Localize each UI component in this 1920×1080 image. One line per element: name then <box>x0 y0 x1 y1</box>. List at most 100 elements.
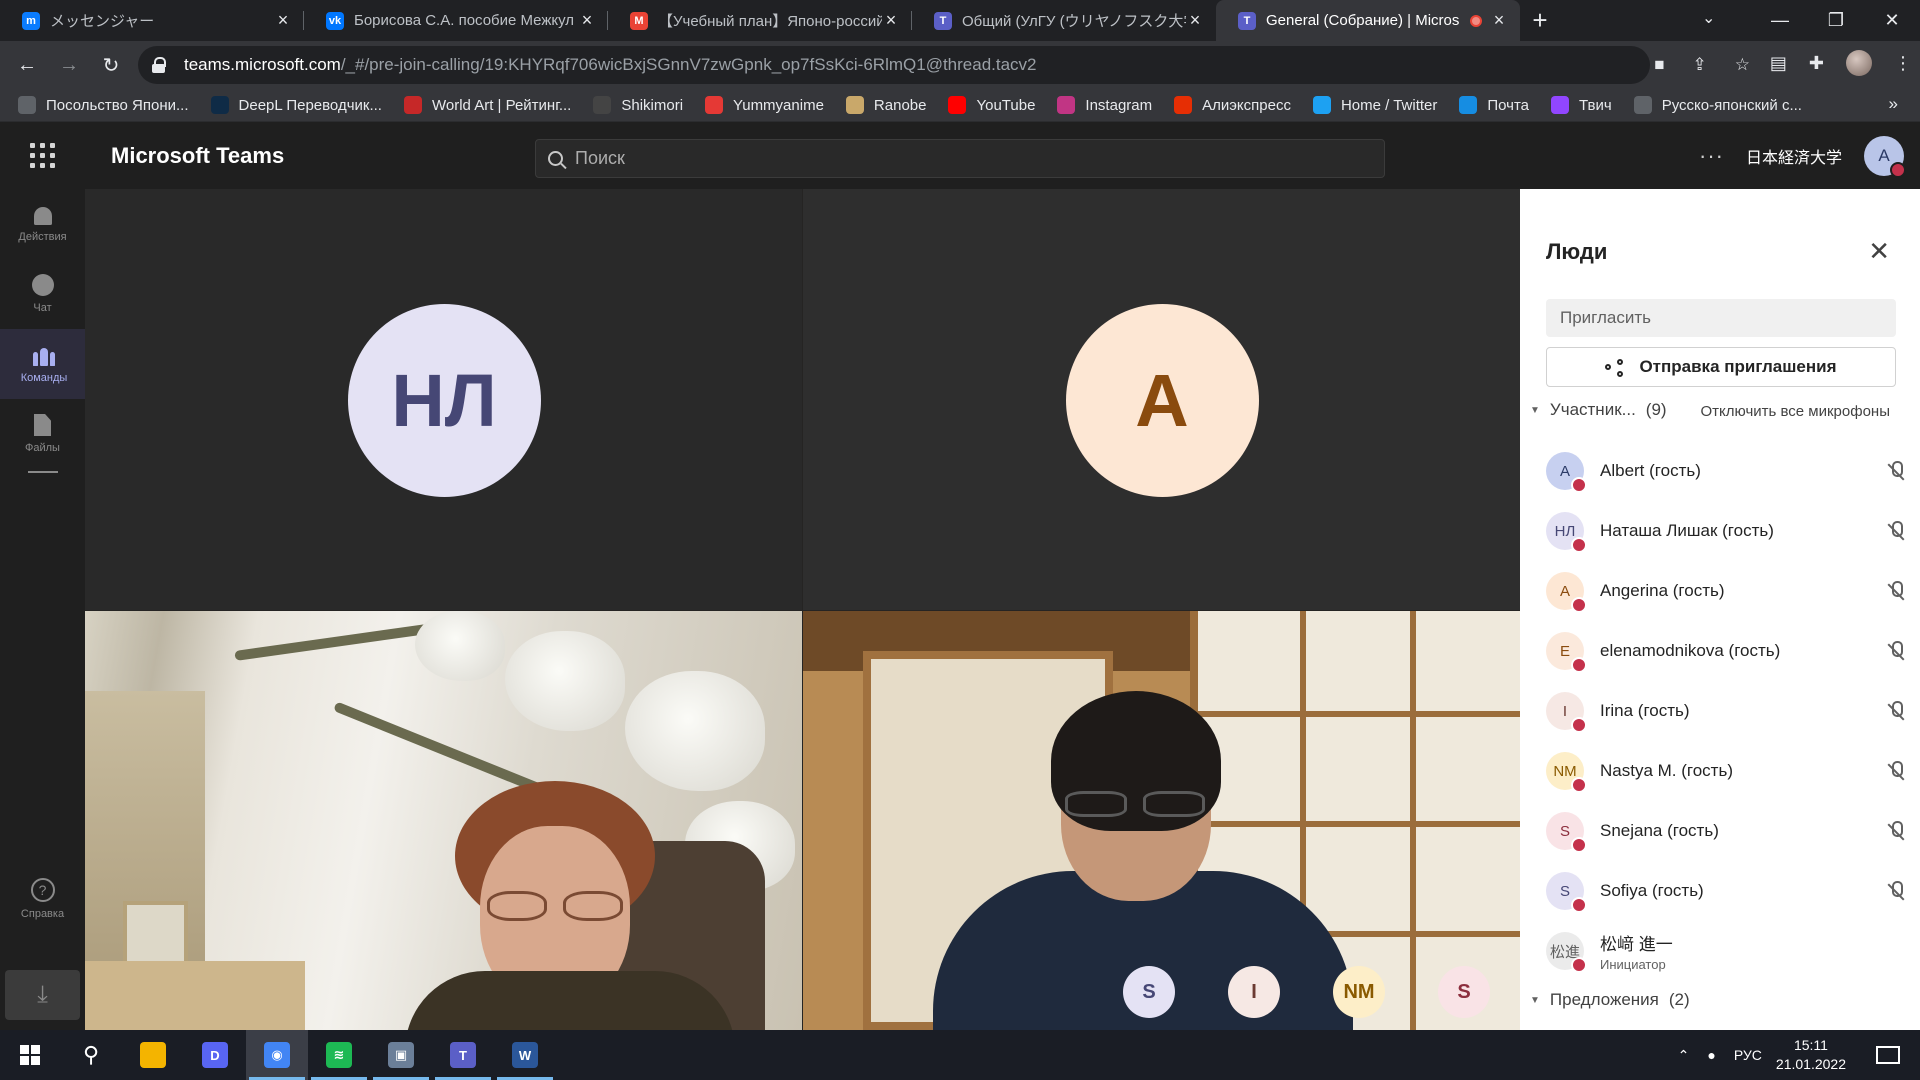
browser-tab[interactable]: vk Борисова С.А. пособие Межкул × <box>304 0 608 41</box>
app-icon[interactable]: ▣ <box>370 1030 432 1080</box>
participant-video-man[interactable]: S I NM S <box>803 611 1520 1030</box>
mic-off-icon[interactable] <box>1886 461 1906 483</box>
participant-row[interactable]: Eelenamodnikova (гость) <box>1546 621 1906 681</box>
bookmark-item[interactable]: Home / Twitter <box>1312 96 1437 114</box>
participant-tile[interactable]: НЛ <box>85 189 802 610</box>
mic-off-icon[interactable] <box>1886 881 1906 903</box>
back-arrow-icon[interactable]: ← <box>12 54 42 77</box>
browser-tab[interactable]: M 【Учебный план】Японо-россий × <box>608 0 912 41</box>
camera-icon[interactable]: ■ <box>1654 55 1664 75</box>
mic-off-icon[interactable] <box>1886 821 1906 843</box>
help-button[interactable]: ? Справка <box>0 878 85 920</box>
mic-off-icon[interactable] <box>1886 581 1906 603</box>
menu-kebab-icon[interactable]: ⋮ <box>1894 53 1912 74</box>
participant-row[interactable]: 松進 松﨑 進一 Инициатор <box>1546 921 1906 981</box>
mute-all-button[interactable]: Отключить все микрофоны <box>1701 403 1891 420</box>
tab-search-chevron-icon[interactable]: ⌄ <box>1702 8 1715 28</box>
reload-icon[interactable]: ↻ <box>96 53 126 78</box>
share-icon[interactable]: ⇪ <box>1693 55 1707 75</box>
browser-tab[interactable]: m メッセンジャー × <box>0 0 304 41</box>
teams-icon[interactable]: T <box>432 1030 494 1080</box>
mini-avatar[interactable]: S <box>1123 966 1175 1018</box>
mini-avatar[interactable]: NM <box>1333 966 1385 1018</box>
bookmark-item[interactable]: DeepL Переводчик... <box>210 96 382 114</box>
minimize-button[interactable]: — <box>1752 10 1808 31</box>
more-options-icon[interactable]: ··· <box>1699 143 1724 169</box>
mic-off-icon[interactable] <box>1886 701 1906 723</box>
bookmark-item[interactable]: Shikimori <box>593 96 683 114</box>
mic-off-icon[interactable] <box>1886 521 1906 543</box>
restore-button[interactable]: ❐ <box>1808 10 1864 31</box>
mic-off-icon[interactable] <box>1886 641 1906 663</box>
bookmark-star-icon[interactable]: ☆ <box>1735 55 1750 75</box>
close-tab-icon[interactable]: × <box>274 10 292 31</box>
bookmark-item[interactable]: Посольство Япони... <box>18 96 189 114</box>
participant-tile[interactable]: A <box>803 189 1520 610</box>
participant-row[interactable]: S Snejana (гость) <box>1546 801 1906 861</box>
participant-name-block: Albert (гость) <box>1600 461 1701 481</box>
address-bar[interactable]: teams.microsoft.com/_#/pre-join-calling/… <box>138 46 1650 84</box>
microphone-icon[interactable]: ● <box>1707 1047 1715 1063</box>
browser-tab-strip: m メッセンジャー × vk Борисова С.А. пособие Межкул ×… <box>0 0 1920 41</box>
rail-item-teams[interactable]: Команды <box>0 329 85 399</box>
participants-section-toggle[interactable]: ▼ Участник... (9) <box>1530 400 1667 420</box>
lock-icon[interactable] <box>152 57 166 73</box>
close-icon[interactable]: ✕ <box>1868 236 1890 267</box>
language-indicator[interactable]: РУС <box>1734 1047 1762 1063</box>
bookmark-item[interactable]: Почта <box>1459 96 1529 114</box>
puzzle-icon[interactable]: ✚ <box>1809 53 1824 74</box>
browser-tab[interactable]: T Общий (УлГУ (ウリヤノフスク大学) × <box>912 0 1216 41</box>
search-input[interactable]: Поиск <box>535 139 1385 178</box>
browser-tab[interactable]: T General (Собрание) | Micros × <box>1216 0 1520 41</box>
rail-item-activity[interactable]: Действия <box>0 189 85 259</box>
bookmark-item[interactable]: Твич <box>1551 96 1612 114</box>
share-invite-button[interactable]: Отправка приглашения <box>1546 347 1896 387</box>
close-tab-icon[interactable]: × <box>882 10 900 31</box>
user-avatar[interactable]: A <box>1864 136 1906 178</box>
rail-item-files[interactable]: Файлы <box>0 399 85 469</box>
bookmark-item[interactable]: Алиэкспресс <box>1174 96 1291 114</box>
bookmark-item[interactable]: World Art | Рейтинг... <box>403 96 571 114</box>
search-icon[interactable]: ⚲ <box>60 1030 122 1080</box>
clock[interactable]: 15:11 21.01.2022 <box>1776 1036 1846 1074</box>
participant-row[interactable]: I Irina (гость) <box>1546 681 1906 741</box>
download-icon[interactable]: ⤓ <box>5 970 80 1020</box>
bookmark-item[interactable]: Ranobe <box>845 96 926 114</box>
bookmark-item[interactable]: Yummyanime <box>705 96 824 114</box>
participant-row[interactable]: A Angerina (гость) <box>1546 561 1906 621</box>
close-tab-icon[interactable]: × <box>1490 10 1508 31</box>
extension-icon[interactable]: ▤ <box>1770 53 1787 74</box>
suggestions-section-toggle[interactable]: ▼ Предложения (2) <box>1530 990 1690 1010</box>
close-tab-icon[interactable]: × <box>578 10 596 31</box>
chrome-icon[interactable]: ◉ <box>246 1030 308 1080</box>
mini-avatar[interactable]: I <box>1228 966 1280 1018</box>
spotify-icon[interactable]: ≋ <box>308 1030 370 1080</box>
app-launcher-icon[interactable] <box>0 122 85 189</box>
chevron-up-icon[interactable]: ⌃ <box>1678 1047 1690 1064</box>
forward-arrow-icon[interactable]: → <box>54 54 84 77</box>
close-tab-icon[interactable]: × <box>1186 10 1204 31</box>
participant-row[interactable]: A Albert (гость) <box>1546 441 1906 501</box>
notifications-icon[interactable] <box>1876 1046 1900 1064</box>
bookmark-item[interactable]: Instagram <box>1057 96 1152 114</box>
participant-row[interactable]: NM Nastya M. (гость) <box>1546 741 1906 801</box>
bookmark-item[interactable]: YouTube <box>948 96 1035 114</box>
mini-avatar[interactable]: S <box>1438 966 1490 1018</box>
word-icon[interactable]: W <box>494 1030 556 1080</box>
discord-icon[interactable]: D <box>184 1030 246 1080</box>
app-glyph: ≋ <box>326 1042 352 1068</box>
profile-avatar[interactable] <box>1846 50 1872 76</box>
rail-item-chat[interactable]: Чат <box>0 259 85 329</box>
participant-row[interactable]: S Sofiya (гость) <box>1546 861 1906 921</box>
invite-input[interactable]: Пригласить <box>1546 299 1896 337</box>
org-name[interactable]: 日本経済大学 <box>1746 144 1842 168</box>
new-tab-button[interactable]: + <box>1520 0 1560 41</box>
explorer-icon[interactable] <box>122 1030 184 1080</box>
bookmark-item[interactable]: Русско-японский с... <box>1633 96 1802 114</box>
bookmarks-more-button[interactable]: » <box>1889 94 1898 114</box>
mic-off-icon[interactable] <box>1886 761 1906 783</box>
participant-video-woman[interactable] <box>85 611 802 1030</box>
close-window-button[interactable]: ✕ <box>1864 10 1920 31</box>
participant-row[interactable]: НЛ Наташа Лишак (гость) <box>1546 501 1906 561</box>
windows-start-icon[interactable] <box>0 1030 60 1080</box>
